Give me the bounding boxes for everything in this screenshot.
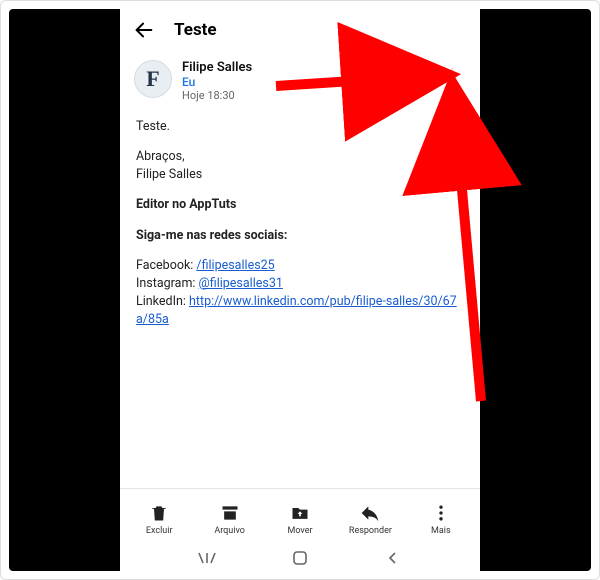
trash-icon [149, 503, 169, 523]
delete-label: Excluir [146, 526, 173, 536]
message-timestamp: Hoje 18:30 [182, 89, 428, 102]
archive-label: Arquivo [214, 526, 245, 536]
sender-name: Filipe Salles [182, 60, 428, 75]
facebook-link[interactable]: /filipesalles25 [196, 258, 274, 273]
app-top-bar: Teste [120, 8, 480, 52]
back-button[interactable] [132, 18, 156, 42]
message-header: F Filipe Salles Eu Hoje 18:30 [120, 52, 480, 108]
move-label: Mover [287, 526, 312, 536]
folder-move-icon [290, 503, 310, 523]
delete-button[interactable]: Excluir [124, 502, 194, 536]
email-app-screen: Teste F Filipe Salles Eu Hoje 18:30 Test… [120, 8, 480, 572]
nav-back-button[interactable] [382, 547, 404, 569]
star-button[interactable] [438, 62, 466, 90]
reply-icon [360, 503, 380, 523]
star-icon [441, 65, 463, 87]
home-icon [292, 550, 308, 566]
system-nav-bar [120, 544, 480, 572]
body-greeting: Teste. [136, 118, 464, 136]
body-social-heading: Siga-me nas redes sociais: [136, 228, 287, 243]
home-button[interactable] [289, 547, 311, 569]
body-signoff: Abraços, [136, 149, 185, 164]
instagram-label: Instagram: [136, 276, 199, 291]
recents-button[interactable] [196, 547, 218, 569]
instagram-link[interactable]: @filipesalles31 [199, 276, 283, 291]
more-button[interactable]: Mais [406, 502, 476, 536]
body-signature-name: Filipe Salles [136, 167, 202, 182]
reply-button[interactable]: Responder [335, 502, 405, 536]
message-body: Teste. Abraços, Filipe Salles Editor no … [120, 108, 480, 488]
bottom-toolbar: Excluir Arquivo Mover Responder Mais [120, 488, 480, 544]
recents-icon [198, 551, 216, 565]
recipient-label[interactable]: Eu [182, 75, 428, 89]
more-label: Mais [431, 526, 451, 536]
email-subject: Teste [174, 20, 217, 40]
reply-label: Responder [349, 526, 392, 536]
chevron-left-icon [386, 551, 400, 565]
move-button[interactable]: Mover [265, 502, 335, 536]
more-vert-icon [431, 503, 451, 523]
facebook-label: Facebook: [136, 258, 196, 273]
body-role: Editor no AppTuts [136, 197, 236, 212]
linkedin-label: LinkedIn: [136, 294, 189, 309]
sender-avatar[interactable]: F [134, 60, 172, 98]
archive-button[interactable]: Arquivo [194, 502, 264, 536]
archive-icon [220, 503, 240, 523]
arrow-left-icon [133, 19, 155, 41]
